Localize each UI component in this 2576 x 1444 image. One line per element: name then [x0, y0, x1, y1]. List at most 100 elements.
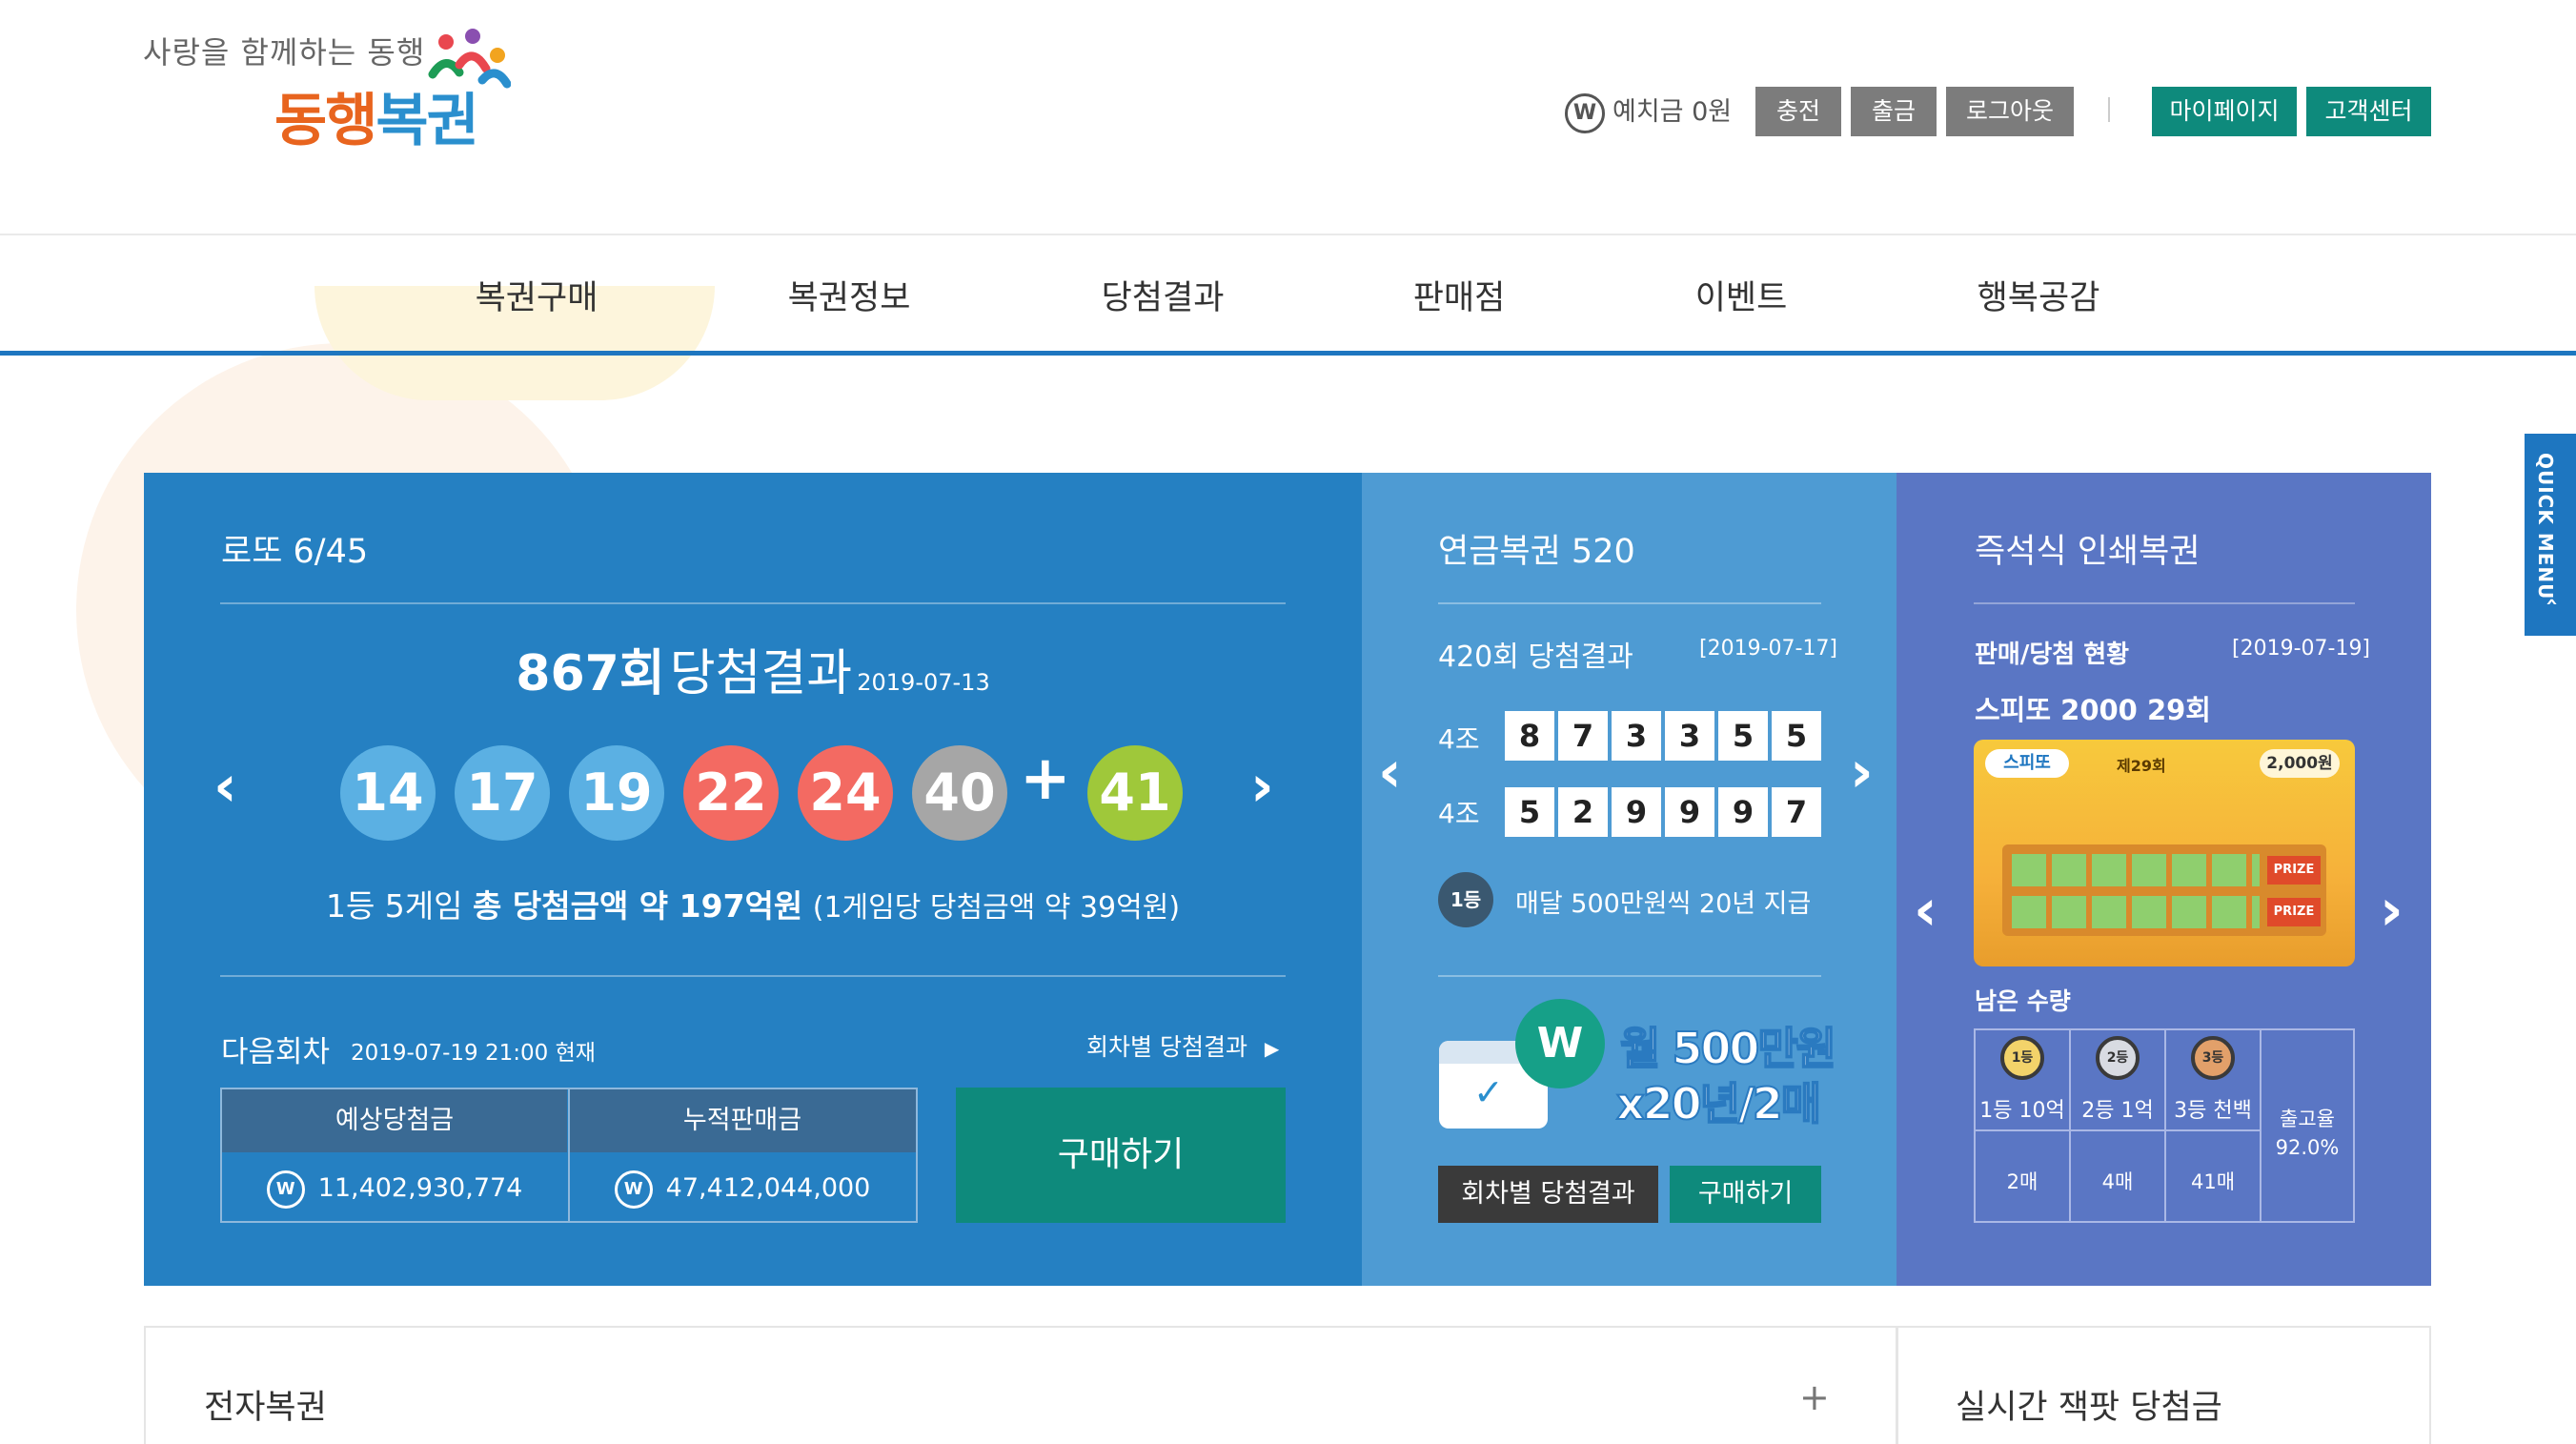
pension-digit: 9 [1612, 787, 1661, 837]
pension-history-button[interactable]: 회차별 당첨결과 [1438, 1166, 1658, 1223]
instant-prev-arrow-icon[interactable]: ‹ [1914, 877, 1937, 944]
next-round-time: 2019-07-19 21:00 현재 [351, 1041, 596, 1066]
deposit-display: W 예치금 0원 [1565, 92, 1732, 133]
won-icon: W [1565, 92, 1605, 133]
pension-group-1: 4조 [1438, 723, 1480, 755]
pension-digit: 7 [1558, 711, 1608, 761]
pension-rank-text: 매달 500만원씩 20년 지급 [1515, 889, 1812, 919]
pension-digit: 5 [1718, 711, 1768, 761]
ticket-round: 제29회 [2117, 757, 2166, 775]
instant-title-divider [1974, 602, 2355, 604]
lotto-next-arrow-icon[interactable]: › [1250, 753, 1274, 820]
nav-item-results[interactable]: 당첨결과 [1102, 271, 1225, 319]
table-header-accumulated: 누적판매금 [569, 1089, 916, 1152]
nav-item-happiness[interactable]: 행복공감 [1978, 271, 2100, 319]
medal-label: 3등 천백 [2174, 1099, 2252, 1123]
charge-button[interactable]: 충전 [1755, 87, 1841, 136]
nav-item-info[interactable]: 복권정보 [788, 271, 911, 319]
promo-line-2: x20년/2매 [1615, 1077, 1822, 1130]
quick-menu-tab[interactable]: QUICK MENU ‹ [2525, 434, 2576, 636]
lotto-bonus-ball: 41 [1087, 745, 1183, 841]
lotto-ball: 22 [683, 745, 779, 841]
ticket-price: 2,000원 [2260, 749, 2340, 778]
lotto-prize-summary: 1등 5게임 총 당첨금액 약 197억원 (1게임당 당첨금액 약 39억원) [0, 881, 1506, 926]
lotto-result-heading: 867회 당첨결과 2019-07-13 [0, 633, 1506, 704]
pension-digit: 3 [1665, 711, 1714, 761]
lotto-ball: 17 [455, 745, 550, 841]
table-header-expected: 예상당첨금 [222, 1089, 567, 1152]
nav-item-buy[interactable]: 복권구매 [476, 271, 598, 319]
expected-prize-value: 11,402,930,774 [317, 1173, 523, 1203]
won-icon: W [266, 1169, 305, 1209]
jackpot-title: 실시간 잭팟 당첨금 [1956, 1389, 2222, 1427]
support-button[interactable]: 고객센터 [2306, 87, 2431, 136]
gold-medal-icon: 1등 [2000, 1036, 2044, 1080]
next-round-label: 다음회차 [221, 1035, 331, 1069]
deposit-value: 0원 [1692, 97, 1733, 127]
lotto-date: 2019-07-13 [857, 669, 990, 696]
speetto-ticket-image: 스피또 제29회 2,000원 PRIZE PRIZE [1974, 740, 2355, 966]
lotto-prize-per-game: (1게임당 당첨금액 약 39억원) [812, 891, 1181, 925]
pension-title: 연금복권 520 [1438, 533, 1635, 571]
accumulated-sales-value: 47,412,044,000 [665, 1173, 871, 1203]
header-divider [2108, 97, 2110, 122]
logout-button[interactable]: 로그아웃 [1946, 87, 2074, 136]
accumulated-sales-cell: W 47,412,044,000 [569, 1157, 916, 1220]
more-plus-icon[interactable]: + [1799, 1376, 1830, 1418]
medal-count: 4매 [2101, 1170, 2134, 1193]
rank-badge: 1등 [1438, 872, 1493, 927]
pension-digit: 3 [1612, 711, 1661, 761]
pension-group-2: 4조 [1438, 798, 1480, 829]
pension-digit: 8 [1505, 711, 1554, 761]
caret-right-icon: ▶ [1264, 1037, 1280, 1060]
chevron-left-icon: ‹ [2540, 598, 2564, 608]
pension-digit: 7 [1772, 787, 1821, 837]
quick-menu-label: QUICK MENU [2534, 453, 2557, 600]
pension-buy-button[interactable]: 구매하기 [1670, 1166, 1821, 1223]
release-rate-value: 92.0% [2275, 1136, 2340, 1159]
instant-game-name: 스피또 2000 29회 [1975, 694, 2211, 726]
plus-icon: + [1020, 743, 1071, 814]
remaining-label: 남은 수량 [1975, 987, 2071, 1015]
pension-prev-arrow-icon[interactable]: ‹ [1378, 739, 1402, 805]
bronze-medal-icon: 3등 [2191, 1036, 2235, 1080]
release-rate-label: 출고율 [2280, 1108, 2335, 1130]
medal-count: 41매 [2190, 1170, 2236, 1193]
pension-digit: 9 [1718, 787, 1768, 837]
ticket-scratch-area: PRIZE PRIZE [2002, 844, 2326, 936]
lotto-prev-arrow-icon[interactable]: ‹ [213, 753, 237, 820]
instant-next-arrow-icon[interactable]: › [2380, 877, 2404, 944]
lotto-mid-divider [220, 975, 1286, 977]
ticket-brand: 스피또 [1985, 749, 2069, 778]
pension-digit: 2 [1558, 787, 1608, 837]
nav-item-events[interactable]: 이벤트 [1695, 271, 1788, 319]
medal-count: 2매 [2006, 1170, 2038, 1193]
lotto-result-label: 당첨결과 [669, 645, 853, 702]
lotto-history-link[interactable]: 회차별 당첨결과 ▶ [1086, 1028, 1279, 1063]
pension-mid-divider [1438, 975, 1821, 977]
pension-digit: 5 [1505, 787, 1554, 837]
nav-item-stores[interactable]: 판매점 [1413, 271, 1506, 319]
pension-panel [1362, 473, 1897, 1286]
mypage-button[interactable]: 마이페이지 [2152, 87, 2297, 136]
lotto-history-link-label: 회차별 당첨결과 [1086, 1033, 1247, 1061]
promo-line-1: 월 500만원 [1619, 1022, 1837, 1075]
e-lottery-title: 전자복권 [204, 1389, 327, 1427]
lotto-title-divider [220, 602, 1286, 604]
e-lottery-section [144, 1326, 1897, 1444]
lotto-title: 로또 6/45 [221, 533, 369, 571]
medal-label: 2등 1억 [2081, 1099, 2154, 1123]
logo-people-icon [428, 29, 511, 89]
lotto-buy-button[interactable]: 구매하기 [956, 1088, 1286, 1223]
pension-next-arrow-icon[interactable]: › [1850, 739, 1874, 805]
logo-text-a: 동행 [274, 88, 377, 154]
pension-title-divider [1438, 602, 1821, 604]
pension-date: [2019-07-17] [1699, 637, 1838, 661]
withdraw-button[interactable]: 출금 [1851, 87, 1937, 136]
lotto-prize-prefix: 1등 5게임 [325, 887, 463, 925]
logo-tagline: 사랑을 함께하는 동행 [143, 34, 426, 71]
ticket-prize-label: PRIZE [2267, 898, 2321, 926]
lotto-ball: 40 [912, 745, 1007, 841]
medal-label: 1등 10억 [1979, 1099, 2065, 1123]
instant-title: 즉석식 인쇄복권 [1975, 533, 2201, 571]
